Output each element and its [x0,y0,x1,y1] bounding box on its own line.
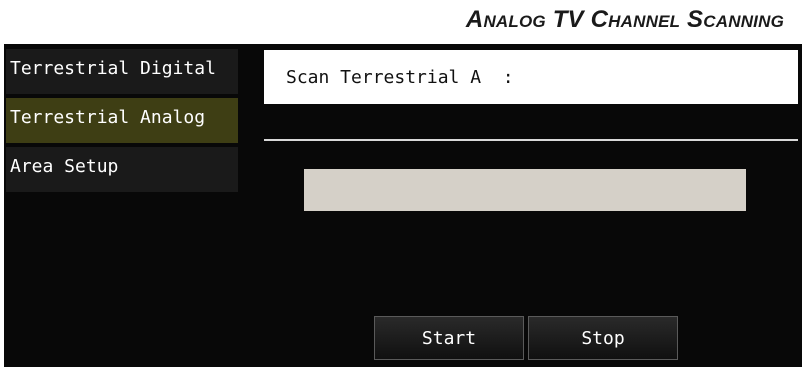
scan-progress-bar [304,169,746,211]
tv-setup-screen: Terrestrial Digital Terrestrial Analog A… [4,44,802,367]
divider [264,139,798,141]
sidebar-item-terrestrial-analog[interactable]: Terrestrial Analog [6,98,238,143]
sidebar-item-area-setup[interactable]: Area Setup [6,147,238,192]
scan-status-label: Scan Terrestrial A : [286,66,514,88]
page-title: Analog TV Channel Scanning [465,6,784,33]
start-button[interactable]: Start [374,316,524,360]
scan-status-box: Scan Terrestrial A : [264,50,798,104]
stop-button[interactable]: Stop [528,316,678,360]
sidebar-item-terrestrial-digital[interactable]: Terrestrial Digital [6,49,238,94]
sidebar-menu: Terrestrial Digital Terrestrial Analog A… [6,49,238,196]
